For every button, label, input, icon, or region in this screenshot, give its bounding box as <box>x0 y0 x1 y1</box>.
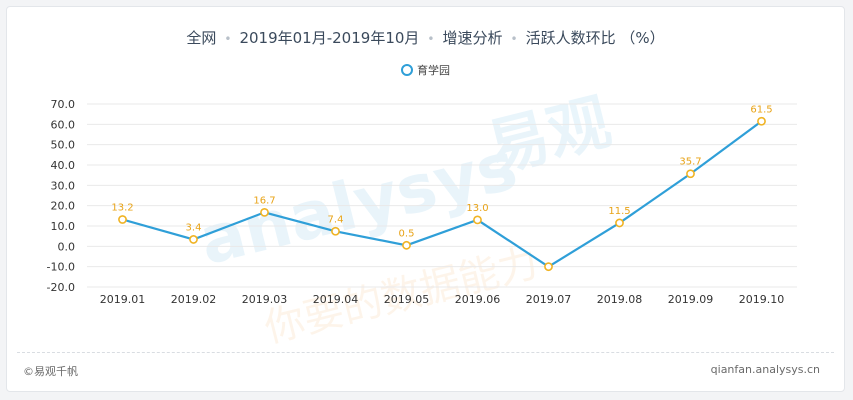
footer-source-left: ©易观千帆 <box>23 365 78 378</box>
data-point[interactable] <box>118 215 127 224</box>
x-tick-label: 2019.03 <box>242 293 288 306</box>
y-tick-label: -20.0 <box>47 281 75 294</box>
data-point[interactable] <box>686 169 695 179</box>
data-label: 35.7 <box>679 157 701 168</box>
x-tick-label: 2019.07 <box>526 293 572 306</box>
data-label: 13.2 <box>111 202 133 213</box>
y-tick-label: 20.0 <box>51 200 76 213</box>
x-tick-label: 2019.05 <box>384 293 430 306</box>
data-label: 16.7 <box>253 195 275 206</box>
data-label: 0.5 <box>399 228 415 239</box>
data-point[interactable] <box>331 226 340 236</box>
x-tick-label: 2019.01 <box>100 293 146 306</box>
y-tick-label: 60.0 <box>51 118 76 131</box>
y-tick-label: 70.0 <box>51 98 76 111</box>
data-label: 11.5 <box>608 206 630 217</box>
line-chart: analysys 易观 你要的数据能力 70.060.050.040.030.0… <box>47 85 797 347</box>
data-point[interactable] <box>757 116 766 126</box>
x-tick-label: 2019.02 <box>171 293 217 306</box>
y-tick-label: 10.0 <box>51 220 76 233</box>
data-point[interactable] <box>260 207 269 217</box>
y-tick-label: 0.0 <box>58 240 76 253</box>
x-tick-label: 2019.09 <box>668 293 714 306</box>
y-tick-label: 40.0 <box>51 159 76 172</box>
data-label: 61.5 <box>750 104 772 115</box>
watermark-brand-cn: 易观 <box>480 85 618 186</box>
x-tick-label: 2019.08 <box>597 293 643 306</box>
chart-card: 全网 • 2019年01月-2019年10月 • 增速分析 • 活跃人数环比 （%） 育学园… <box>6 6 845 392</box>
y-tick-label: 30.0 <box>51 179 76 192</box>
data-point[interactable] <box>615 218 624 228</box>
data-point[interactable] <box>473 215 482 225</box>
data-point[interactable] <box>189 235 198 244</box>
footer-source-right: qianfan.analysys.cn <box>710 363 820 376</box>
data-label: 7.4 <box>328 214 344 225</box>
footer-divider <box>17 352 834 353</box>
x-tick-label: 2019.10 <box>739 293 785 306</box>
data-label: 3.4 <box>186 222 202 233</box>
data-point[interactable] <box>402 240 411 250</box>
x-tick-label: 2019.04 <box>313 293 359 306</box>
y-tick-label: 50.0 <box>51 139 76 152</box>
data-label: 13.0 <box>466 203 488 214</box>
y-tick-label: -10.0 <box>47 261 75 274</box>
y-axis-ticks: 70.0 60.0 50.0 40.0 30.0 20.0 10.0 0.0 -10.0 -20.… <box>47 98 75 294</box>
x-tick-label: 2019.06 <box>455 293 501 306</box>
data-point[interactable] <box>544 262 553 272</box>
